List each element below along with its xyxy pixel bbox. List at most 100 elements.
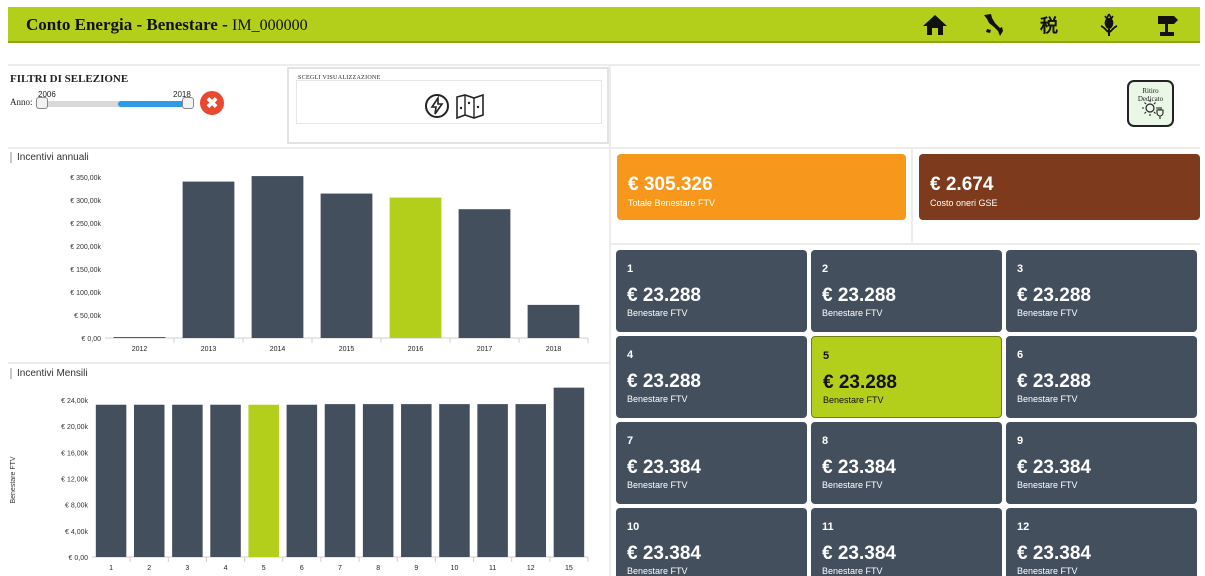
tile-label: Benestare FTV	[627, 394, 688, 404]
x-tick-label: 15	[565, 565, 573, 572]
tile-number: 9	[1017, 435, 1024, 447]
tile-label: Benestare FTV	[627, 480, 688, 490]
bar-15	[553, 387, 585, 557]
svg-text:税: 税	[1040, 15, 1058, 36]
tile-value: € 23.384	[1017, 543, 1091, 564]
x-tick-label: 6	[300, 565, 304, 572]
y-tick-label: € 50,00k	[74, 313, 101, 320]
x-tick-label: 9	[414, 565, 418, 572]
bar-1	[95, 404, 127, 557]
year-label: Anno:	[10, 97, 33, 107]
kpi-value: € 2.674	[930, 174, 994, 195]
bar-6	[286, 404, 318, 557]
thistle-icon[interactable]	[1094, 11, 1124, 39]
x-tick-label: 12	[527, 565, 535, 572]
tile-value: € 23.288	[1017, 285, 1091, 306]
bar-2	[133, 404, 165, 557]
y-tick-label: € 200,00k	[70, 244, 101, 251]
y-tick-label: € 8,00k	[65, 503, 88, 510]
y-tick-label: € 12,00k	[61, 477, 88, 484]
ritiro-dedicato-button[interactable]: Ritiro Dedicato	[1127, 80, 1174, 127]
month-tile-10[interactable]: 10 € 23.384 Benestare FTV	[616, 508, 807, 576]
month-tile-11[interactable]: 11 € 23.384 Benestare FTV	[811, 508, 1002, 576]
tile-value: € 23.288	[823, 372, 897, 393]
bar-10	[439, 404, 470, 557]
divider	[911, 149, 913, 242]
bar-11	[477, 404, 508, 557]
x-tick-label: 2	[147, 565, 151, 572]
tile-label: Benestare FTV	[627, 566, 688, 576]
monthly-incentives-chart: € 0,00 € 4,00k € 8,00k € 12,00k € 16,00k € 20…	[10, 387, 589, 572]
divider	[8, 64, 1200, 66]
y-tick-label: € 300,00k	[70, 198, 101, 205]
bar-8	[362, 404, 394, 557]
filters-panel: FILTRI DI SELEZIONE Anno: 2006 2018 ✖	[8, 70, 283, 140]
x-tick-label: 2018	[546, 346, 562, 353]
x-tick-label: 11	[489, 565, 496, 572]
month-tile-8[interactable]: 8 € 23.384 Benestare FTV	[811, 422, 1002, 504]
x-tick-label: 2014	[270, 346, 286, 353]
y-tick-label: € 350,00k	[70, 175, 101, 182]
month-tile-5[interactable]: 5 € 23.288 Benestare FTV	[811, 336, 1002, 418]
y-tick-label: € 24,00k	[61, 398, 88, 405]
x-tick-label: 2012	[132, 346, 148, 353]
view-selector: SCEGLI VISUALIZZAZIONE	[287, 67, 609, 144]
map-icon[interactable]	[455, 92, 485, 125]
kpi-value: € 305.326	[628, 174, 713, 195]
lightning-icon[interactable]	[423, 92, 451, 125]
y-tick-label: € 0,00	[82, 336, 102, 343]
slider-fill	[118, 101, 188, 107]
divider	[8, 147, 1200, 149]
x-tick-label: 10	[451, 565, 459, 572]
tile-label: Benestare FTV	[822, 566, 883, 576]
month-tile-4[interactable]: 4 € 23.288 Benestare FTV	[616, 336, 807, 418]
tile-number: 3	[1017, 263, 1024, 275]
bar-2018	[527, 304, 580, 338]
bar-2015	[320, 193, 373, 338]
slider-handle-max[interactable]	[182, 97, 194, 109]
clear-filters-button[interactable]: ✖	[200, 91, 224, 115]
y-tick-label: € 250,00k	[70, 221, 101, 228]
home-icon[interactable]	[920, 11, 950, 39]
month-tile-9[interactable]: 9 € 23.384 Benestare FTV	[1006, 422, 1197, 504]
sun-plug-icon	[1142, 99, 1164, 124]
y-tick-label: € 150,00k	[70, 267, 101, 274]
tile-number: 12	[1017, 521, 1030, 533]
y-tick-label: € 0,00	[69, 555, 89, 562]
month-tile-12[interactable]: 12 € 23.384 Benestare FTV	[1006, 508, 1197, 576]
tile-value: € 23.288	[627, 285, 701, 306]
annual-chart-title: Incentivi annuali	[10, 152, 89, 163]
month-tile-6[interactable]: 6 € 23.288 Benestare FTV	[1006, 336, 1197, 418]
tile-number: 8	[822, 435, 829, 447]
tile-number: 10	[627, 521, 640, 533]
x-tick-label: 7	[338, 565, 342, 572]
italy-map-icon[interactable]	[978, 11, 1008, 39]
tile-number: 7	[627, 435, 634, 447]
month-tile-3[interactable]: 3 € 23.288 Benestare FTV	[1006, 250, 1197, 332]
bar-2012	[113, 337, 166, 338]
tile-value: € 23.384	[1017, 457, 1091, 478]
tile-number: 2	[822, 263, 829, 275]
month-tile-7[interactable]: 7 € 23.384 Benestare FTV	[616, 422, 807, 504]
month-tile-2[interactable]: 2 € 23.288 Benestare FTV	[811, 250, 1002, 332]
tile-label: Benestare FTV	[1017, 480, 1078, 490]
year-range-slider[interactable]	[36, 97, 194, 109]
month-tile-1[interactable]: 1 € 23.288 Benestare FTV	[616, 250, 807, 332]
annual-incentives-chart: € 0,00 € 50,00k € 100,00k € 150,00k € 200,00…	[70, 175, 589, 353]
tile-number: 4	[627, 349, 634, 361]
filters-title: FILTRI DI SELEZIONE	[10, 73, 129, 85]
tax-icon[interactable]: 税	[1036, 11, 1066, 39]
slider-handle-min[interactable]	[36, 97, 48, 109]
x-tick-label: 8	[376, 565, 380, 572]
signpost-icon[interactable]	[1152, 11, 1182, 39]
bar-2016	[389, 197, 442, 338]
bar-5	[248, 404, 279, 557]
tile-number: 1	[627, 263, 634, 275]
kpi-total-benestare: € 305.326 Totale Benestare FTV	[617, 154, 906, 220]
tile-number: 5	[823, 350, 830, 362]
divider	[611, 243, 1200, 245]
x-tick-label: 3	[185, 565, 189, 572]
tile-value: € 23.384	[627, 457, 701, 478]
x-tick-label: 2013	[201, 346, 217, 353]
x-tick-label: 1	[109, 565, 113, 572]
